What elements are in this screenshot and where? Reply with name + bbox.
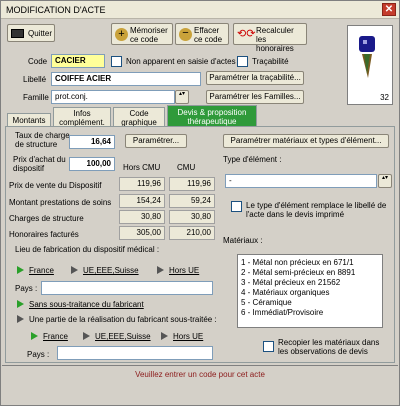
tooth-number: 32 — [380, 93, 389, 102]
param-familles-button[interactable]: Paramétrer les Familles... — [206, 90, 304, 104]
plus-icon: + — [115, 28, 128, 41]
memorize-button[interactable]: + Mémoriser ce code — [111, 23, 173, 45]
tab-infos-complement[interactable]: Infos complément. — [53, 107, 111, 127]
pays2-field[interactable] — [57, 346, 213, 360]
row-hors-value: 305,00 — [119, 226, 165, 240]
title-bar: MODIFICATION D'ACTE ✕ — [1, 1, 399, 19]
tooth-icon — [359, 36, 375, 78]
row-hors-value: 119,96 — [119, 177, 165, 191]
libelle-label: Libellé — [23, 75, 47, 84]
recalc-button[interactable]: ⟲⟳ Recalculer les honoraires — [233, 23, 307, 53]
recalc-label: Recalculer les honoraires — [256, 26, 294, 53]
tracabilite-checkbox[interactable] — [237, 56, 248, 67]
tab-montants[interactable]: Montants — [7, 113, 51, 127]
list-item[interactable]: 5 - Céramique — [241, 298, 379, 308]
france-option[interactable]: France — [29, 266, 54, 275]
window-title: MODIFICATION D'ACTE — [6, 5, 106, 15]
france2-option[interactable]: France — [43, 332, 68, 341]
erase-label: Effacer ce code — [194, 26, 223, 44]
famille-field[interactable]: prot.conj. — [51, 90, 175, 104]
type-element-field[interactable]: - — [225, 174, 377, 188]
param-tracabilite-button[interactable]: Paramétrer la traçabilité... — [206, 71, 304, 85]
type-element-dropdown[interactable]: ▴▾ — [378, 174, 392, 188]
famille-dropdown-button[interactable]: ▴▾ — [175, 90, 189, 104]
row-label: Montant prestations de soins — [9, 198, 112, 207]
col-cmu: CMU — [177, 163, 196, 172]
recopier-label: Recopier les matériaux dans les observat… — [278, 338, 380, 356]
materiaux-label: Matériaux : — [223, 236, 263, 245]
memorize-label: Mémoriser ce code — [130, 26, 168, 44]
sans-sous-option[interactable]: Sans sous-traitance du fabricant — [29, 300, 144, 309]
ue2-radio-arrow[interactable] — [83, 332, 90, 340]
recopier-checkbox[interactable] — [263, 341, 274, 352]
list-item[interactable]: 6 - Immédiat/Provisoire — [241, 308, 379, 318]
door-icon — [11, 29, 24, 38]
libelle-field[interactable]: COIFFE ACIER — [51, 72, 201, 86]
param-taux-button[interactable]: Paramétrer... — [125, 134, 187, 148]
list-item[interactable]: 4 - Matériaux organiques — [241, 288, 379, 298]
row-label: Prix de vente du Dispositif — [9, 181, 102, 190]
france-radio-arrow[interactable] — [17, 266, 24, 274]
list-item[interactable]: 3 - Métal précieux en 21562 — [241, 278, 379, 288]
pays2-label: Pays : — [27, 350, 50, 359]
param-materiaux-button[interactable]: Paramétrer matériaux et types d'élément.… — [223, 134, 389, 148]
prix-achat-label: Prix d'achat du dispositif — [13, 155, 66, 173]
list-item[interactable]: 2 - Métal semi-précieux en 8891 — [241, 268, 379, 278]
row-cmu-value: 59,24 — [169, 194, 215, 208]
quit-label: Quitter — [28, 29, 53, 38]
row-cmu-value: 119,96 — [169, 177, 215, 191]
erase-button[interactable]: − Effacer ce code — [175, 23, 229, 45]
tracabilite-label: Traçabilité — [252, 57, 289, 66]
france2-radio-arrow[interactable] — [31, 332, 38, 340]
row-label: Charges de structure — [9, 214, 84, 223]
ue2-option[interactable]: UE,EEE,Suisse — [95, 332, 151, 341]
tab-devis-proposition[interactable]: Devis & proposition thérapeutique — [167, 105, 257, 127]
row-cmu-value: 30,80 — [169, 210, 215, 224]
pays-field[interactable] — [41, 281, 213, 295]
row-cmu-value: 210,00 — [169, 226, 215, 240]
param-materiaux-label: Paramétrer matériaux et types d'élément.… — [230, 136, 382, 145]
row-hors-value: 30,80 — [119, 210, 165, 224]
taux-field[interactable]: 16,64 — [69, 135, 115, 149]
list-item[interactable]: 1 - Métal non précieux en 671/1 — [241, 258, 379, 268]
col-hors-cmu: Hors CMU — [123, 163, 161, 172]
code-label: Code — [28, 57, 48, 66]
hors-ue2-radio-arrow[interactable] — [161, 332, 168, 340]
status-bar: Veuillez entrer un code pour cet acte — [2, 365, 398, 405]
row-hors-value: 154,24 — [119, 194, 165, 208]
hors-ue-radio-arrow[interactable] — [157, 266, 164, 274]
partie-option[interactable]: Une partie de la réalisation du fabrican… — [29, 315, 217, 324]
row-label: Honoraires facturés — [9, 230, 79, 239]
lieu-label: Lieu de fabrication du dispositif médica… — [15, 245, 160, 254]
non-apparent-label: Non apparent en saisie d'actes — [126, 57, 236, 66]
recalc-icon: ⟲⟳ — [237, 28, 256, 40]
type-element-label: Type d'élément : — [223, 155, 282, 164]
modification-acte-window: MODIFICATION D'ACTE ✕ Quitter + Mémorise… — [0, 0, 400, 406]
materiaux-list[interactable]: 1 - Métal non précieux en 671/1 2 - Méta… — [237, 254, 383, 328]
sans-sous-radio-arrow[interactable] — [17, 300, 24, 308]
prix-achat-field[interactable]: 100,00 — [69, 157, 115, 171]
tooth-preview: 32 — [347, 25, 393, 105]
partie-radio-arrow[interactable] — [17, 315, 24, 323]
remplace-checkbox[interactable] — [231, 201, 242, 212]
pays-label: Pays : — [15, 284, 38, 293]
tab-code-graphique[interactable]: Code graphique — [113, 107, 165, 127]
remplace-label: Le type d'élément remplace le libellé de… — [246, 201, 387, 219]
hors-ue-option[interactable]: Hors UE — [169, 266, 199, 275]
minus-icon: − — [179, 28, 192, 41]
hors-ue2-option[interactable]: Hors UE — [173, 332, 203, 341]
ue-option[interactable]: UE,EEE,Suisse — [83, 266, 139, 275]
quit-button[interactable]: Quitter — [7, 24, 55, 42]
status-message: Veuillez entrer un code pour cet acte — [135, 370, 265, 379]
non-apparent-checkbox[interactable] — [111, 56, 122, 67]
param-taux-label: Paramétrer... — [132, 136, 180, 145]
code-field[interactable]: CACIER — [51, 54, 105, 68]
famille-label: Famille — [23, 93, 49, 102]
taux-label: Taux de charge de structure — [15, 131, 70, 149]
close-button[interactable]: ✕ — [382, 3, 396, 16]
ue-radio-arrow[interactable] — [71, 266, 78, 274]
